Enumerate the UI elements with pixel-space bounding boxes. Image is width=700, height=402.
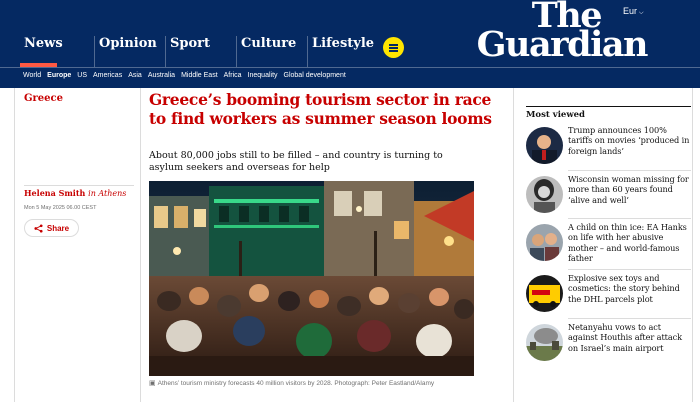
most-viewed-item[interactable]: Wisconsin woman missing for more than 60… [526, 170, 691, 221]
subnav-item-australia[interactable]: Australia [148, 72, 175, 79]
image-caption: ▣ Athens’ tourism ministry forecasts 40 m… [149, 379, 474, 388]
item-divider [568, 318, 691, 319]
subnav-item-americas[interactable]: Americas [93, 72, 122, 79]
camera-icon: ▣ [149, 380, 156, 387]
most-viewed-top-rule [526, 106, 691, 107]
subnav-list: World Europe US Americas Asia Australia … [23, 72, 346, 79]
share-icon [34, 223, 43, 233]
most-viewed-item[interactable]: Trump announces 100% tariffs on movies ‘… [526, 124, 691, 172]
pillar-news[interactable]: News [20, 36, 63, 67]
article-headline: Greece’s booming tourism sector in race … [149, 90, 492, 128]
portrait-thumb-icon [526, 127, 563, 164]
column-divider [692, 88, 693, 402]
subnav-item-europe[interactable]: Europe [47, 72, 71, 79]
item-divider [568, 170, 691, 171]
subnav-item-middle-east[interactable]: Middle East [181, 72, 218, 79]
section-tag[interactable]: Greece [24, 93, 63, 104]
sub-navigation: World Europe US Americas Asia Australia … [0, 67, 700, 88]
van-thumb-icon [526, 275, 563, 312]
subnav-item-us[interactable]: US [77, 72, 87, 79]
subnav-item-inequality[interactable]: Inequality [248, 72, 278, 79]
item-divider [568, 269, 691, 270]
byline: Helena Smith in Athens [24, 188, 126, 198]
pillar-culture[interactable]: Culture [236, 36, 296, 67]
most-viewed-headline: Trump announces 100% tariffs on movies ‘… [568, 125, 690, 156]
article-standfirst: About 80,000 jobs still to be filled – a… [149, 150, 443, 173]
subnav-item-africa[interactable]: Africa [224, 72, 242, 79]
publish-date: Mon 5 May 2025 06.00 CEST [24, 205, 97, 211]
guardian-logo[interactable]: The Guardian [472, 0, 649, 65]
smoke-thumb-icon [526, 324, 563, 361]
hamburger-icon [389, 44, 398, 46]
meta-divider [24, 185, 134, 186]
hero-image [149, 181, 474, 376]
pillar-sport[interactable]: Sport [165, 36, 210, 67]
most-viewed-headline: Wisconsin woman missing for more than 60… [568, 174, 689, 205]
most-viewed-item[interactable]: Netanyahu vows to act against Houthis af… [526, 318, 691, 369]
item-divider [568, 218, 691, 219]
pillar-lifestyle[interactable]: Lifestyle [307, 36, 374, 67]
column-divider [140, 88, 141, 402]
subnav-item-world[interactable]: World [23, 72, 41, 79]
most-viewed-headline: A child on thin ice: EA Hanks on life wi… [568, 222, 687, 263]
masthead: Eur ⌵ The Guardian News Opinion Sport Cul… [0, 0, 700, 67]
share-label: Share [46, 223, 70, 233]
most-viewed-title: Most viewed [526, 110, 585, 120]
portrait-thumb-icon [526, 176, 563, 213]
subnav-item-global-development[interactable]: Global development [284, 72, 346, 79]
author-location: in Athens [88, 189, 127, 198]
subnav-item-asia[interactable]: Asia [128, 72, 142, 79]
menu-button[interactable] [383, 37, 404, 58]
caption-text: Athens’ tourism ministry forecasts 40 mi… [157, 380, 435, 387]
most-viewed-item[interactable]: Explosive sex toys and cosmetics: the st… [526, 269, 691, 320]
most-viewed-headline: Netanyahu vows to act against Houthis af… [568, 322, 682, 353]
column-divider [513, 88, 514, 402]
couple-thumb-icon [526, 224, 563, 261]
street-cafe-photo [149, 181, 474, 376]
pillar-opinion[interactable]: Opinion [94, 36, 157, 67]
most-viewed-item[interactable]: A child on thin ice: EA Hanks on life wi… [526, 218, 691, 269]
logo-line-2: Guardian [476, 24, 649, 65]
most-viewed-headline: Explosive sex toys and cosmetics: the st… [568, 273, 680, 304]
author-link[interactable]: Helena Smith [24, 188, 85, 198]
column-divider [14, 88, 15, 402]
share-button[interactable]: Share [24, 219, 79, 237]
